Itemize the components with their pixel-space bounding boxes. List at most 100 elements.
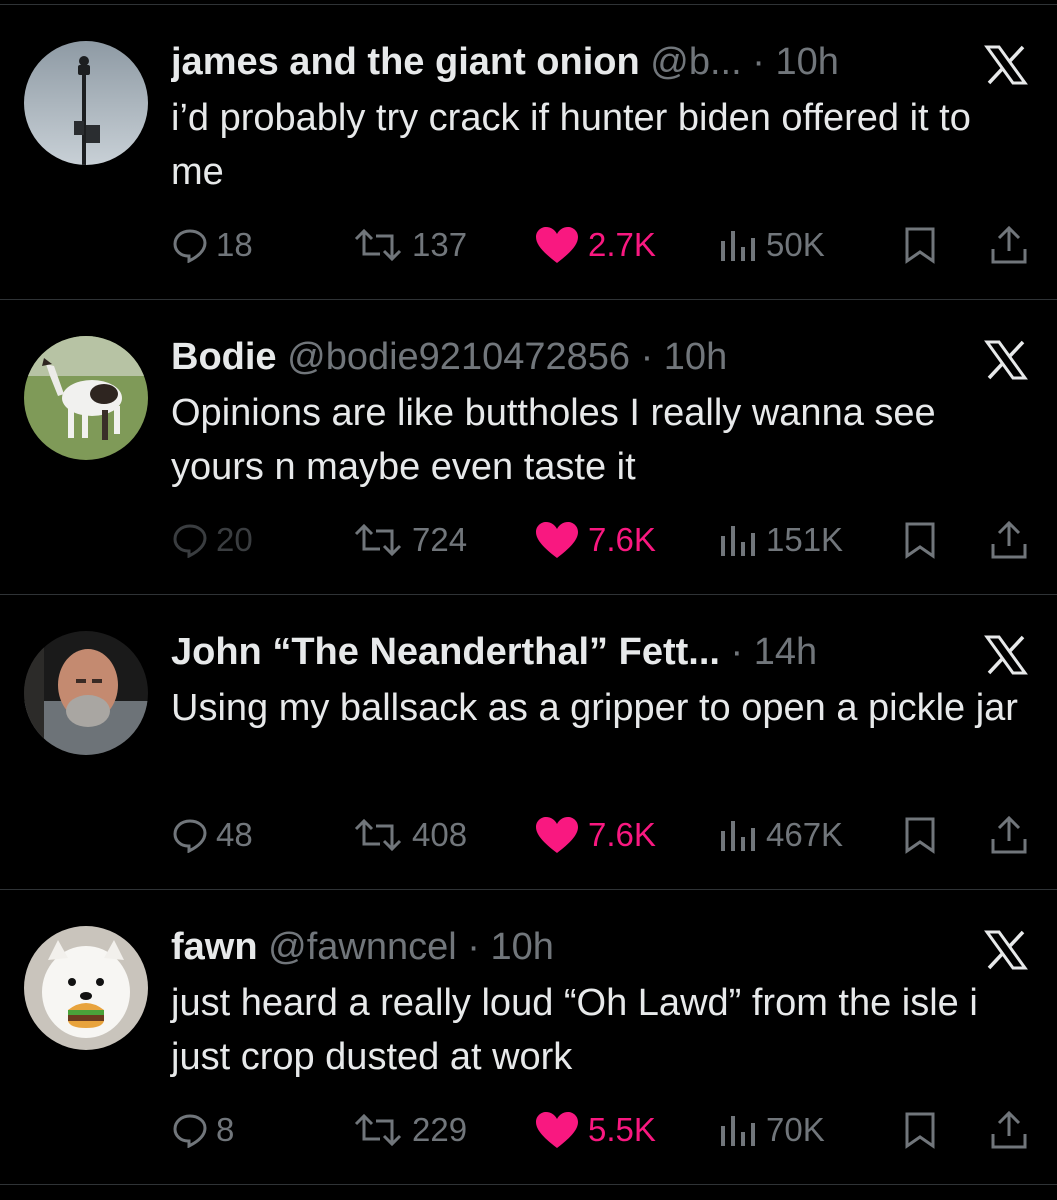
avatar[interactable] [24,336,148,460]
retweet-count: 229 [412,1111,468,1148]
view-count: 50K [766,226,825,263]
display-name[interactable]: james and the giant onion [171,41,640,83]
share-button[interactable] [990,515,1028,565]
timestamp[interactable]: 14h [754,631,817,673]
action-bar: 48 408 7.6K 467K [0,810,1057,860]
heart-icon [536,227,578,263]
like-count: 2.7K [588,226,656,263]
horse-avatar-icon [24,336,148,460]
x-logo-icon [984,340,1028,380]
user-handle[interactable]: @bodie9210472856 [287,336,630,378]
reply-count: 20 [216,521,253,558]
heart-icon [536,817,578,853]
views-button[interactable]: 70K [718,1105,825,1155]
reply-button[interactable]: 20 [172,515,253,565]
tweet-card[interactable]: fawn @fawnncel · 10h just heard a really… [0,890,1057,1185]
tweet-header: fawn @fawnncel · 10h [171,922,951,972]
tweet-text: i’d probably try crack if hunter biden o… [171,97,971,193]
tweet-text: Using my ballsack as a gripper to open a… [171,687,1018,729]
action-bar: 20 724 7.6K 151K [0,515,1057,565]
retweet-icon [354,228,402,262]
like-button[interactable]: 5.5K [534,1105,656,1155]
separator-dot: · [730,631,744,673]
timestamp[interactable]: 10h [775,41,838,83]
bookmark-button[interactable] [904,220,936,270]
bookmark-button[interactable] [904,1105,936,1155]
tweet-card[interactable]: james and the giant onion @b... · 10h i’… [0,5,1057,300]
share-button[interactable] [990,1105,1028,1155]
retweet-button[interactable]: 408 [352,810,467,860]
dog-burger-avatar-icon [24,926,148,1050]
reply-count: 18 [216,226,253,263]
display-name[interactable]: fawn [171,926,258,968]
lamp-post-avatar-icon [24,41,148,165]
reply-button[interactable]: 48 [172,810,253,860]
share-button[interactable] [990,810,1028,860]
bookmark-button[interactable] [904,515,936,565]
timestamp[interactable]: 10h [664,336,727,378]
user-handle[interactable]: @fawnncel [268,926,457,968]
tweet-card[interactable]: John “The Neanderthal” Fett... · 14h Usi… [0,595,1057,890]
tweet-header: Bodie @bodie9210472856 · 10h [171,332,951,382]
like-count: 5.5K [588,1111,656,1148]
retweet-count: 724 [412,521,468,558]
avatar[interactable] [24,631,148,755]
tweet-card[interactable]: Bodie @bodie9210472856 · 10h Opinions ar… [0,300,1057,595]
retweet-icon [354,818,402,852]
display-name[interactable]: John “The Neanderthal” Fett... [171,631,720,673]
share-button[interactable] [990,220,1028,270]
reply-button[interactable]: 18 [172,220,253,270]
like-count: 7.6K [588,816,656,853]
like-button[interactable]: 7.6K [534,810,656,860]
retweet-button[interactable]: 724 [352,515,467,565]
separator-dot: · [640,336,654,378]
action-bar: 8 229 5.5K 70K [0,1105,1057,1155]
separator-dot: · [752,41,765,83]
x-logo-icon [984,635,1028,675]
reply-count: 8 [216,1111,235,1148]
reply-icon [173,524,207,558]
avatar[interactable] [24,41,148,165]
share-icon [991,520,1027,559]
view-count: 70K [766,1111,825,1148]
reply-icon [173,229,207,263]
bookmark-icon [905,227,935,264]
heart-icon [536,1112,578,1148]
bookmark-icon [905,522,935,559]
avatar[interactable] [24,926,148,1050]
tweet-text: just heard a really loud “Oh Lawd” from … [171,982,978,1078]
share-icon [991,1110,1027,1149]
views-icon [721,526,755,556]
bookmark-button[interactable] [904,810,936,860]
views-button[interactable]: 467K [718,810,843,860]
display-name[interactable]: Bodie [171,336,277,378]
reply-button[interactable]: 8 [172,1105,234,1155]
reply-icon [173,1114,207,1148]
x-logo-icon [984,930,1028,970]
separator-dot: · [467,926,480,968]
tweet-text: Opinions are like buttholes I really wan… [171,392,936,488]
views-icon [721,821,755,851]
action-bar: 18 137 2.7K 50K [0,220,1057,270]
retweet-count: 137 [412,226,468,263]
timestamp[interactable]: 10h [490,926,553,968]
reply-icon [173,819,207,853]
like-button[interactable]: 2.7K [534,220,656,270]
tweet-header: james and the giant onion @b... · 10h [171,37,951,87]
views-icon [721,1116,755,1146]
like-button[interactable]: 7.6K [534,515,656,565]
x-logo-icon [984,45,1028,85]
reply-count: 48 [216,816,253,853]
bookmark-icon [905,817,935,854]
retweet-button[interactable]: 137 [352,220,467,270]
views-button[interactable]: 151K [718,515,843,565]
retweet-icon [354,1113,402,1147]
views-button[interactable]: 50K [718,220,825,270]
retweet-count: 408 [412,816,468,853]
views-icon [721,231,755,261]
user-handle[interactable]: @b... [650,41,741,83]
bookmark-icon [905,1112,935,1149]
like-count: 7.6K [588,521,656,558]
retweet-button[interactable]: 229 [352,1105,467,1155]
view-count: 151K [766,521,844,558]
